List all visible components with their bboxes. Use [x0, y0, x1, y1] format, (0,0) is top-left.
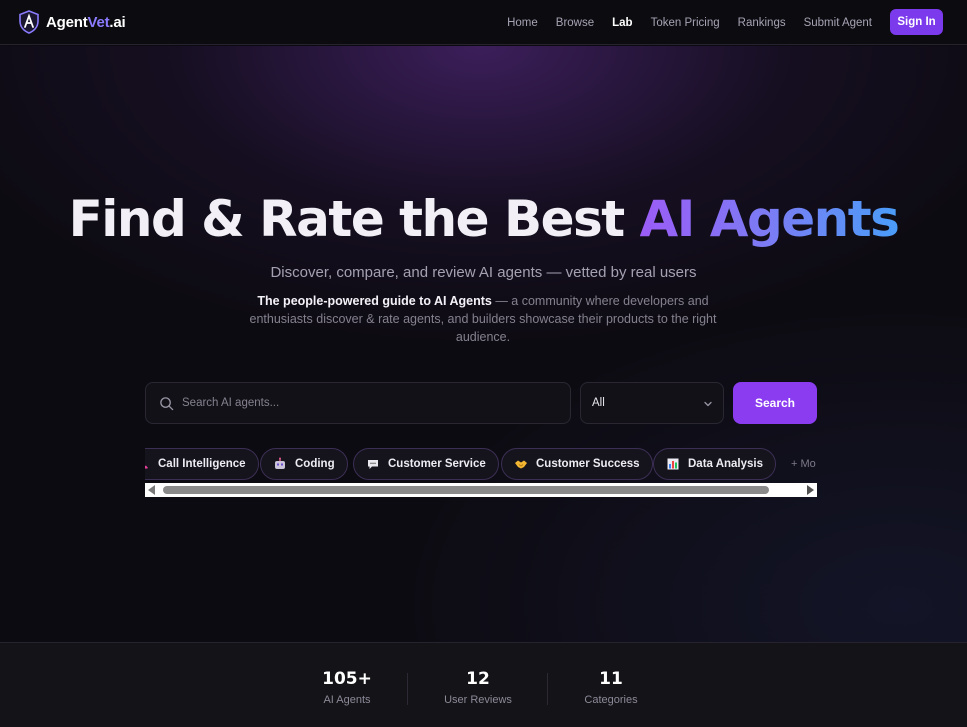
- scroll-left-arrow-icon[interactable]: [148, 485, 155, 495]
- chip-label: Customer Service: [388, 458, 486, 470]
- chip-customer-success[interactable]: Customer Success: [501, 448, 653, 480]
- chevron-down-icon: [704, 401, 712, 407]
- stat-user-reviews: 12 User Reviews: [428, 669, 528, 706]
- hero-title-accent: AI Agents: [639, 190, 900, 248]
- stats-bar: 105+ AI Agents 12 User Reviews 11 Catego…: [0, 642, 967, 727]
- hero-subtitle: Discover, compare, and review AI agents …: [270, 264, 697, 281]
- scroll-right-arrow-icon[interactable]: [807, 485, 814, 495]
- stat-label: Categories: [584, 694, 638, 706]
- robot-icon: [273, 457, 287, 471]
- stat-value: 105+: [322, 669, 372, 689]
- chip-label: Customer Success: [536, 458, 640, 470]
- nav-links: Home Browse Lab Token Pricing Rankings S…: [489, 0, 872, 45]
- top-navbar: AgentVet.ai Home Browse Lab Token Pricin…: [0, 0, 967, 45]
- more-categories-link[interactable]: + Mo: [791, 458, 816, 470]
- nav-link-submit-agent[interactable]: Submit Agent: [804, 17, 872, 29]
- nav-link-rankings[interactable]: Rankings: [738, 17, 786, 29]
- category-chips: Call Intelligence Coding Customer Servic…: [145, 447, 817, 481]
- search-button[interactable]: Search: [733, 382, 817, 424]
- category-filter-value: All: [592, 397, 605, 409]
- scrollbar-thumb[interactable]: [163, 486, 769, 494]
- hero-description-strong: The people-powered guide to AI Agents: [257, 294, 492, 308]
- hero-description: The people-powered guide to AI Agents — …: [233, 292, 733, 346]
- stat-categories: 11 Categories: [571, 669, 651, 706]
- search-input[interactable]: [182, 383, 562, 423]
- site-logo[interactable]: AgentVet.ai: [18, 10, 126, 34]
- stat-value: 11: [599, 669, 623, 689]
- chip-data-analysis[interactable]: Data Analysis: [653, 448, 776, 480]
- phone-icon: [145, 457, 150, 471]
- chip-label: Coding: [295, 458, 335, 470]
- hero-title-main: Find & Rate the Best: [68, 190, 640, 248]
- sign-in-button[interactable]: Sign In: [890, 9, 943, 35]
- chip-coding[interactable]: Coding: [260, 448, 348, 480]
- chip-customer-service[interactable]: Customer Service: [353, 448, 499, 480]
- stat-ai-agents: 105+ AI Agents: [307, 669, 387, 706]
- logo-text: AgentVet.ai: [46, 13, 126, 31]
- stat-divider: [407, 673, 408, 705]
- nav-link-token-pricing[interactable]: Token Pricing: [651, 17, 720, 29]
- chip-label: Data Analysis: [688, 458, 763, 470]
- stat-label: AI Agents: [323, 694, 371, 706]
- chip-label: Call Intelligence: [158, 458, 246, 470]
- speech-bubble-icon: [366, 457, 380, 471]
- category-filter-select[interactable]: All: [580, 382, 724, 424]
- stat-value: 12: [466, 669, 490, 689]
- stat-label: User Reviews: [444, 694, 512, 706]
- nav-link-browse[interactable]: Browse: [556, 17, 594, 29]
- search-icon: [160, 397, 174, 411]
- bar-chart-icon: [666, 457, 680, 471]
- shield-logo-icon: [19, 10, 39, 34]
- chip-call-intelligence[interactable]: Call Intelligence: [145, 448, 259, 480]
- handshake-icon: [514, 457, 528, 471]
- chips-horizontal-scrollbar[interactable]: [145, 483, 817, 497]
- hero-title: Find & Rate the Best AI Agents: [0, 192, 967, 246]
- search-box: [145, 382, 571, 424]
- nav-link-lab[interactable]: Lab: [612, 17, 632, 29]
- nav-link-home[interactable]: Home: [507, 17, 538, 29]
- stat-divider: [547, 673, 548, 705]
